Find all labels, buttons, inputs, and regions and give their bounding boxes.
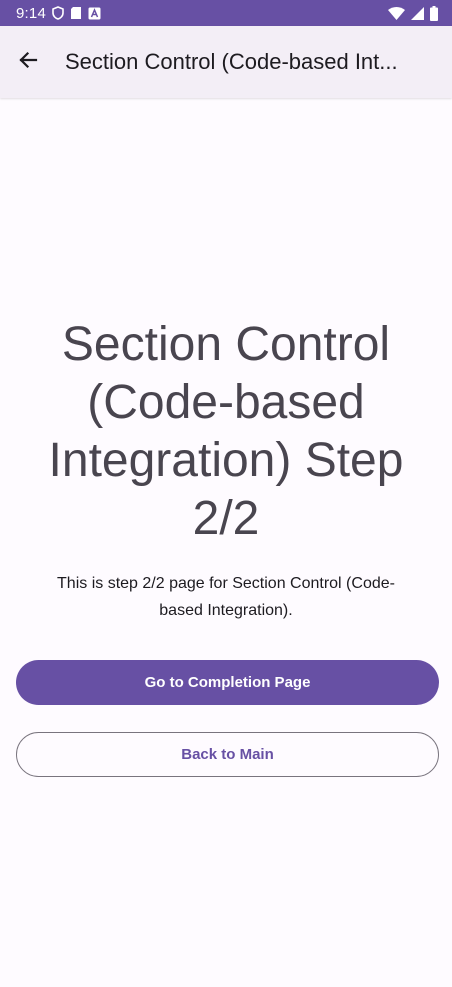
app-bar: Section Control (Code-based Int... (0, 26, 452, 98)
status-bar: 9:14 (0, 0, 452, 26)
step-heading: Section Control (Code-based Integration)… (48, 318, 404, 545)
signal-icon (411, 6, 424, 20)
sd-card-icon (70, 6, 82, 20)
step-description: This is step 2/2 page for Section Contro… (57, 575, 395, 619)
shield-icon (52, 6, 64, 20)
wifi-icon (388, 6, 405, 20)
status-left: 9:14 (16, 5, 101, 22)
font-a-icon (88, 7, 101, 20)
go-to-completion-button[interactable]: Go to Completion Page (16, 660, 439, 705)
main-content: Section Control (Code-based Integration)… (0, 98, 452, 987)
status-right (388, 5, 438, 21)
back-to-main-button[interactable]: Back to Main (16, 732, 439, 777)
arrow-back-icon (18, 50, 38, 75)
back-button[interactable] (0, 26, 56, 98)
page-title: Section Control (Code-based Int... (65, 49, 398, 74)
battery-icon (430, 5, 438, 21)
status-time: 9:14 (16, 4, 46, 22)
